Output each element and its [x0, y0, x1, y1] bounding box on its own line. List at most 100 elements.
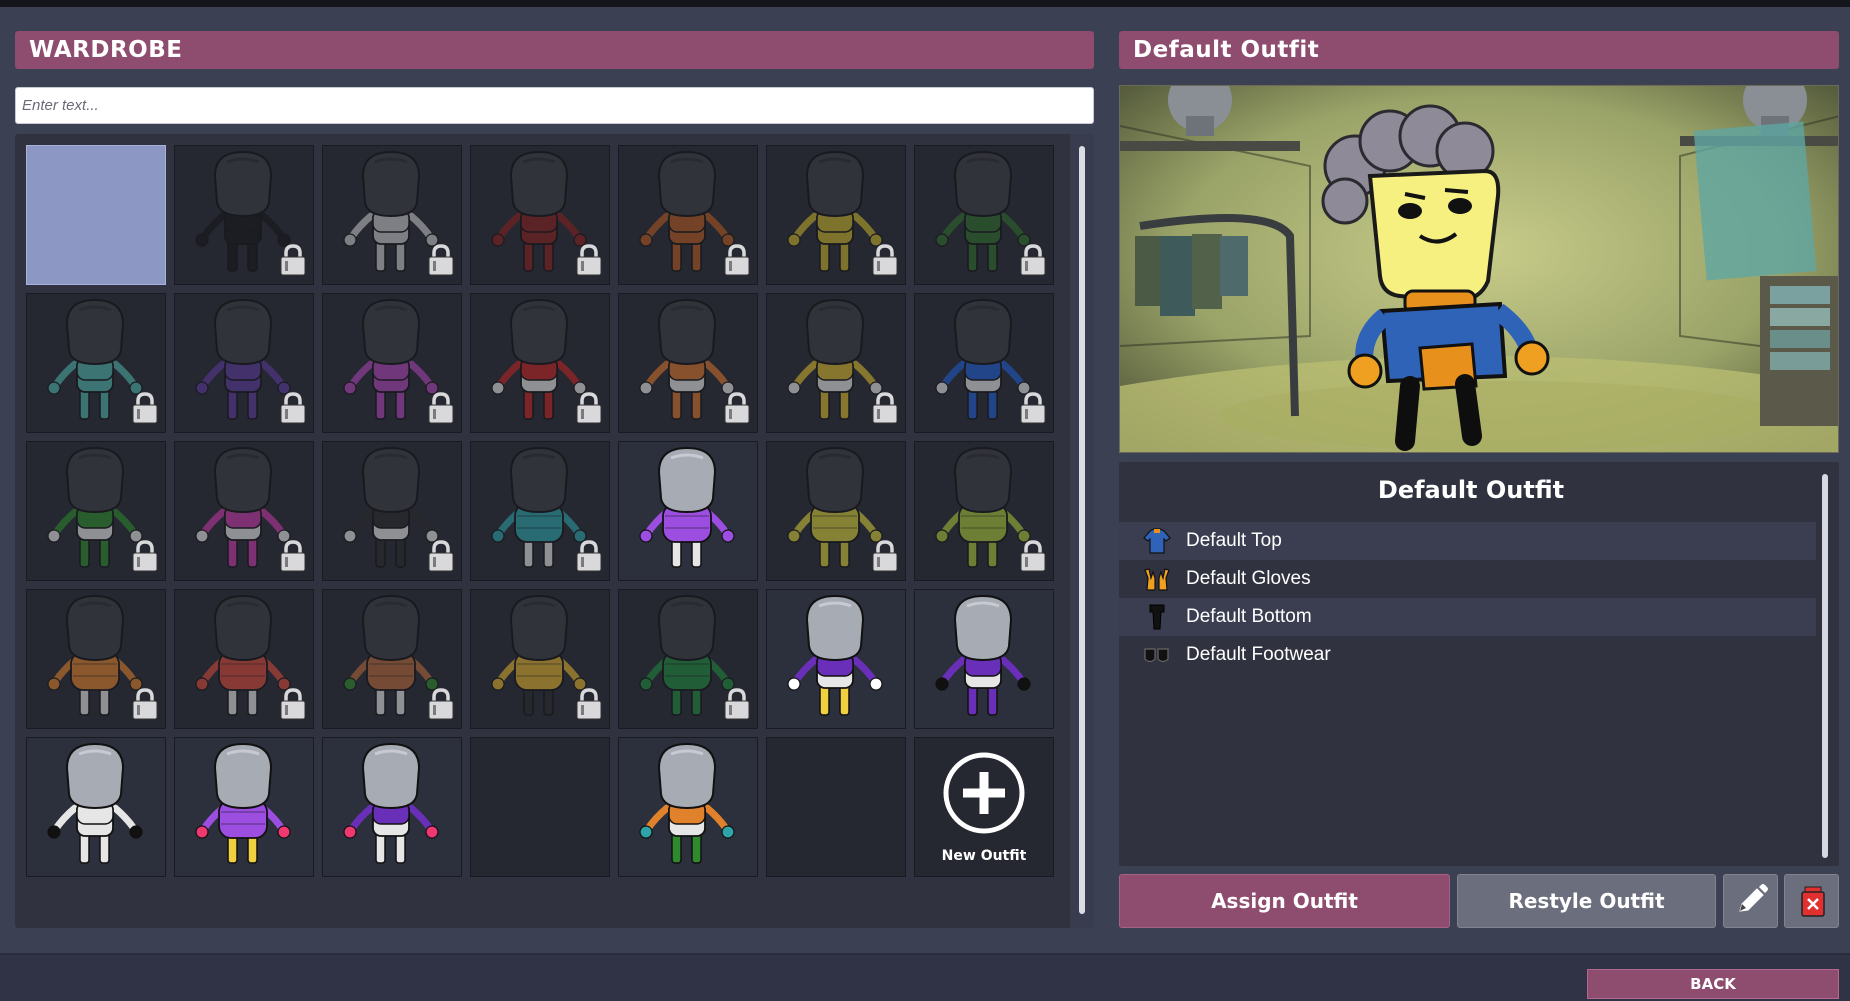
outfit-tile-locked[interactable]	[470, 145, 610, 285]
outfit-tile-locked[interactable]	[26, 293, 166, 433]
outfit-tile-locked[interactable]	[26, 441, 166, 581]
lock-icon	[724, 392, 750, 424]
outfit-tile-locked[interactable]	[618, 589, 758, 729]
lock-icon	[724, 244, 750, 276]
lock-icon	[872, 540, 898, 572]
lock-icon	[280, 392, 306, 424]
outfit-tile[interactable]	[914, 589, 1054, 729]
outfit-tile-locked[interactable]	[618, 293, 758, 433]
trash-icon	[1801, 886, 1825, 917]
outfit-item-gloves[interactable]: Default Gloves	[1119, 560, 1816, 598]
lock-icon	[280, 540, 306, 572]
plus-circle-icon	[943, 752, 1025, 834]
dupe-figure	[343, 742, 439, 864]
outfit-grid: New Outfit	[15, 134, 1094, 928]
outfit-item-top[interactable]: Default Top	[1119, 522, 1816, 560]
outfit-tile-locked[interactable]	[470, 589, 610, 729]
dupe-figure	[787, 594, 883, 716]
outfit-item-label: Default Top	[1186, 530, 1282, 551]
details-title: Default Outfit	[1377, 476, 1565, 504]
footer-divider	[0, 953, 1850, 955]
outfit-tile-locked[interactable]	[914, 441, 1054, 581]
outfit-tile[interactable]	[618, 737, 758, 877]
outfit-item-footwear[interactable]: Default Footwear	[1119, 636, 1816, 674]
lock-icon	[872, 244, 898, 276]
outfit-title: Default Outfit	[1133, 37, 1320, 63]
gloves-icon	[1144, 568, 1170, 591]
new-outfit-label: New Outfit	[941, 848, 1027, 864]
outfit-tile-locked[interactable]	[322, 145, 462, 285]
top-bar	[0, 0, 1850, 7]
outfit-details: Default Outfit Default Top Default Glove…	[1119, 462, 1839, 866]
back-button[interactable]: BACK	[1587, 969, 1839, 999]
lock-icon	[576, 244, 602, 276]
outfit-tile-locked[interactable]	[26, 589, 166, 729]
lock-icon	[428, 540, 454, 572]
wardrobe-title: WARDROBE	[29, 37, 183, 63]
pencil-icon	[1739, 884, 1768, 912]
lock-icon	[132, 688, 158, 720]
wardrobe-header: WARDROBE	[15, 31, 1094, 69]
outfit-tile-locked[interactable]	[766, 293, 906, 433]
dupe-figure	[195, 742, 291, 864]
outfit-tile-locked[interactable]	[322, 293, 462, 433]
outfit-tile[interactable]	[322, 737, 462, 877]
outfit-tile-locked[interactable]	[766, 145, 906, 285]
pants-icon	[1149, 604, 1165, 630]
lock-icon	[1020, 540, 1046, 572]
preview-scene	[1120, 86, 1838, 452]
outfit-tile-locked[interactable]	[174, 293, 314, 433]
shoes-icon	[1144, 648, 1169, 663]
lock-icon	[872, 392, 898, 424]
details-scrollbar[interactable]	[1822, 474, 1828, 858]
outfit-tile-locked[interactable]	[618, 145, 758, 285]
outfit-tile-empty[interactable]	[470, 737, 610, 877]
outfit-tile-locked[interactable]	[322, 589, 462, 729]
lock-icon	[280, 244, 306, 276]
outfit-tile[interactable]	[766, 589, 906, 729]
lock-icon	[428, 392, 454, 424]
lock-icon	[1020, 244, 1046, 276]
shirt-icon	[1143, 528, 1171, 554]
outfit-tile-selected[interactable]	[26, 145, 166, 285]
outfit-item-bottom[interactable]: Default Bottom	[1119, 598, 1816, 636]
outfit-header: Default Outfit	[1119, 31, 1839, 69]
lock-icon	[724, 688, 750, 720]
outfit-tile-locked[interactable]	[470, 293, 610, 433]
outfit-tile-locked[interactable]	[322, 441, 462, 581]
outfit-tile-locked[interactable]	[766, 441, 906, 581]
outfit-item-label: Default Gloves	[1186, 568, 1311, 589]
lock-icon	[576, 392, 602, 424]
edit-outfit-button[interactable]	[1723, 874, 1778, 928]
dupe-figure	[935, 594, 1031, 716]
outfit-tile-locked[interactable]	[914, 145, 1054, 285]
assign-outfit-button[interactable]: Assign Outfit	[1119, 874, 1450, 928]
lock-icon	[576, 688, 602, 720]
outfit-tile-locked[interactable]	[174, 145, 314, 285]
restyle-outfit-button[interactable]: Restyle Outfit	[1457, 874, 1716, 928]
dupe-figure	[47, 742, 143, 864]
outfit-tile-locked[interactable]	[174, 589, 314, 729]
outfit-tile-locked[interactable]	[470, 441, 610, 581]
delete-outfit-button[interactable]	[1784, 874, 1839, 928]
outfit-tile-empty[interactable]	[766, 737, 906, 877]
lock-icon	[428, 244, 454, 276]
outfit-item-label: Default Bottom	[1186, 606, 1312, 627]
outfit-tile[interactable]	[618, 441, 758, 581]
grid-scrollbar[interactable]	[1070, 134, 1094, 928]
dupe-figure	[639, 446, 735, 568]
outfit-tile[interactable]	[174, 737, 314, 877]
outfit-tile-locked[interactable]	[914, 293, 1054, 433]
search-input[interactable]	[15, 87, 1094, 124]
outfit-preview	[1119, 85, 1839, 453]
outfit-tile-locked[interactable]	[174, 441, 314, 581]
outfit-tile[interactable]	[26, 737, 166, 877]
lock-icon	[132, 540, 158, 572]
lock-icon	[576, 540, 602, 572]
new-outfit-button[interactable]: New Outfit	[914, 737, 1054, 877]
lock-icon	[132, 392, 158, 424]
lock-icon	[1020, 392, 1046, 424]
outfit-item-label: Default Footwear	[1186, 644, 1331, 665]
grid-scrollbar-thumb[interactable]	[1079, 146, 1085, 914]
lock-icon	[280, 688, 306, 720]
